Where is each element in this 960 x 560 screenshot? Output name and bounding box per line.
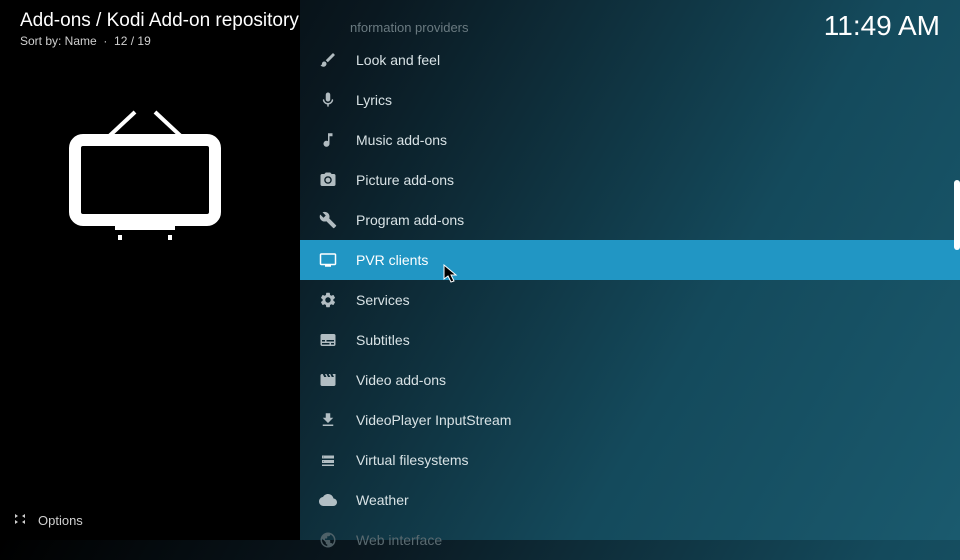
list-item-picture-add-ons[interactable]: Picture add-ons <box>300 160 960 200</box>
sidebar <box>0 0 300 540</box>
breadcrumb: Add-ons / Kodi Add-on repository <box>20 10 299 32</box>
list-item-label: Subtitles <box>356 332 410 348</box>
list-item-pvr-clients[interactable]: PVR clients <box>300 240 960 280</box>
list-item-subtitles[interactable]: Subtitles <box>300 320 960 360</box>
category-list: Look and feelLyricsMusic add-onsPicture … <box>300 0 960 540</box>
hdd-icon <box>316 448 340 472</box>
footer-options[interactable]: Options <box>12 511 83 530</box>
camera-icon <box>316 168 340 192</box>
tools-icon <box>316 208 340 232</box>
list-item-weather[interactable]: Weather <box>300 480 960 520</box>
list-item-virtual-filesystems[interactable]: Virtual filesystems <box>300 440 960 480</box>
clock: 11:49 AM <box>824 10 940 48</box>
mic-icon <box>316 88 340 112</box>
list-item-label: VideoPlayer InputStream <box>356 412 511 428</box>
film-icon <box>316 368 340 392</box>
download-icon <box>316 408 340 432</box>
list-item-label: Video add-ons <box>356 372 446 388</box>
list-item-web-interface[interactable]: Web interface <box>300 520 960 560</box>
header: Add-ons / Kodi Add-on repository Sort by… <box>0 0 960 58</box>
list-item-videoplayer-inputstream[interactable]: VideoPlayer InputStream <box>300 400 960 440</box>
mouse-cursor <box>443 264 459 289</box>
list-item-label: Services <box>356 292 410 308</box>
weather-icon <box>316 488 340 512</box>
list-item-label: Music add-ons <box>356 132 447 148</box>
tv-icon <box>316 248 340 272</box>
globe-icon <box>316 528 340 552</box>
list-item-label: Weather <box>356 492 409 508</box>
music-icon <box>316 128 340 152</box>
subheader: Sort by: Name · 12 / 19 <box>20 34 299 48</box>
options-icon <box>12 511 28 530</box>
gear-icon <box>316 288 340 312</box>
list-item-lyrics[interactable]: Lyrics <box>300 80 960 120</box>
options-label: Options <box>38 513 83 528</box>
scrollbar-thumb[interactable] <box>954 180 960 250</box>
tv-icon <box>60 110 230 240</box>
list-item-services[interactable]: Services <box>300 280 960 320</box>
list-item-label: Lyrics <box>356 92 392 108</box>
list-item-program-add-ons[interactable]: Program add-ons <box>300 200 960 240</box>
list-item-video-add-ons[interactable]: Video add-ons <box>300 360 960 400</box>
subtitles-icon <box>316 328 340 352</box>
list-item-label: Web interface <box>356 532 442 548</box>
list-item-label: Program add-ons <box>356 212 464 228</box>
list-item-label: Virtual filesystems <box>356 452 469 468</box>
list-item-label: PVR clients <box>356 252 428 268</box>
list-item-music-add-ons[interactable]: Music add-ons <box>300 120 960 160</box>
list-item-label: Picture add-ons <box>356 172 454 188</box>
